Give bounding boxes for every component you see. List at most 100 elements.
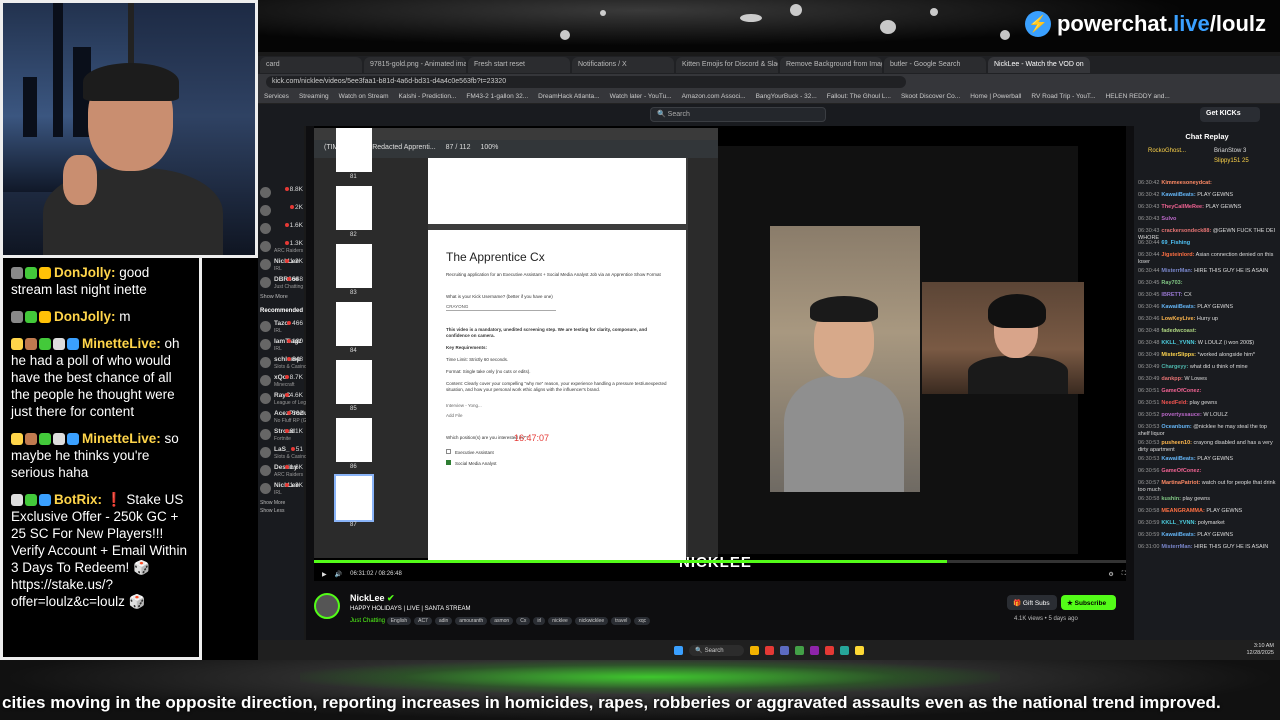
bookmark-link[interactable]: Home | Powerball bbox=[970, 93, 1021, 100]
bookmark-link[interactable]: BangYourBuck - 32... bbox=[756, 93, 817, 100]
chat-username[interactable]: BotRix: bbox=[54, 492, 102, 507]
chat-replay-user[interactable]: MEANGRAMMA: bbox=[1161, 508, 1204, 514]
sidebar-channel[interactable]: DBR666Just Chatting648 bbox=[258, 274, 304, 294]
show-more-link[interactable]: Show More bbox=[260, 294, 288, 300]
sidebar-channel[interactable]: 8.8K bbox=[258, 184, 304, 204]
chat-replay-user[interactable]: 69_Fishing bbox=[1161, 240, 1190, 246]
gift-subs-button[interactable]: 🎁 Gift Subs bbox=[1007, 595, 1057, 610]
doc-option-1[interactable]: Executive Assistant bbox=[446, 449, 668, 456]
chat-username[interactable]: DonJolly: bbox=[54, 265, 116, 280]
chat-replay-user[interactable]: Kimmeesoneydcat: bbox=[1161, 180, 1211, 186]
chat-replay-user[interactable]: povertyssauce: bbox=[1161, 412, 1201, 418]
browser-tab[interactable]: butler - Google Search bbox=[884, 57, 986, 73]
browser-tab[interactable]: Fresh start reset bbox=[468, 57, 570, 73]
file-explorer-icon[interactable] bbox=[749, 645, 759, 655]
taskbar-search[interactable]: 🔍 Search bbox=[689, 644, 744, 656]
chat-replay-user[interactable]: Oceanbum: bbox=[1161, 424, 1191, 430]
chat-replay-user[interactable]: MisterrMan: bbox=[1161, 544, 1192, 550]
pdf-page-current[interactable]: 87 bbox=[446, 144, 454, 151]
bookmark-link[interactable]: Streaming bbox=[299, 93, 329, 100]
app-icon[interactable] bbox=[839, 645, 849, 655]
taskbar-clock[interactable]: 3:10 AM 12/28/2025 bbox=[1246, 643, 1274, 657]
stream-tag[interactable]: asmon bbox=[490, 617, 514, 625]
chat-replay-user[interactable]: LowKeyLive: bbox=[1161, 316, 1195, 322]
bookmark-link[interactable]: Fallout: The Ghoul L... bbox=[827, 93, 891, 100]
chat-replay-user[interactable]: Chargeyy: bbox=[1161, 364, 1188, 370]
bookmark-link[interactable]: FM43-2 1-gallon 32... bbox=[466, 93, 528, 100]
sidebar-channel[interactable]: Tazo IRL 466 bbox=[258, 318, 304, 338]
chat-replay-user[interactable]: crackersondeck88: bbox=[1161, 228, 1211, 234]
app-icon[interactable] bbox=[854, 645, 864, 655]
sidebar-channel[interactable]: 1.6K bbox=[258, 220, 304, 240]
chat-replay-user[interactable]: MartinaPatriot: bbox=[1161, 480, 1200, 486]
url-input[interactable]: kick.com/nicklee/videos/5ee3faa1-b81d-4a… bbox=[266, 76, 906, 88]
channel-name[interactable]: NickLee ✔ bbox=[350, 593, 395, 604]
volume-icon[interactable]: 🔊 bbox=[335, 571, 342, 578]
browser-tab[interactable]: 97815-gold.png - Animated image bbox=[364, 57, 466, 73]
pdf-thumbnail[interactable] bbox=[336, 128, 372, 172]
subscribe-button[interactable]: ★ Subscribe bbox=[1061, 595, 1116, 610]
doc-add-file[interactable]: Add File bbox=[446, 413, 668, 419]
sidebar-channel[interactable]: xQc Minecraft 8.7K bbox=[258, 372, 304, 392]
sidebar-channel[interactable]: RayC League of Legends 4.6K bbox=[258, 390, 317, 410]
chat-replay-user[interactable]: Ray703: bbox=[1161, 280, 1182, 286]
browser-tab[interactable]: Remove Background from Image fo bbox=[780, 57, 882, 73]
chat-replay-user[interactable]: MisterrMan: bbox=[1161, 268, 1192, 274]
checkbox-icon[interactable] bbox=[446, 449, 451, 454]
doc-option-2[interactable]: Social Media Analyst bbox=[446, 460, 668, 467]
pdf-thumbnail[interactable] bbox=[336, 360, 372, 404]
chat-replay-user[interactable]: GameOfConez: bbox=[1161, 388, 1201, 394]
bookmark-link[interactable]: Amazon.com Associ... bbox=[682, 93, 746, 100]
obs-icon[interactable] bbox=[809, 645, 819, 655]
chat-replay-user[interactable]: kushin: bbox=[1161, 496, 1181, 502]
record-icon[interactable] bbox=[824, 645, 834, 655]
browser-tab[interactable]: card bbox=[260, 57, 362, 73]
chat-replay-user[interactable]: pusheen10: bbox=[1161, 440, 1192, 446]
stream-tag[interactable]: nicklee bbox=[548, 617, 572, 625]
stream-tag[interactable]: AC7 bbox=[414, 617, 432, 625]
bookmark-link[interactable]: Kalshi - Prediction... bbox=[399, 93, 457, 100]
bookmark-link[interactable]: Skoot Discover Co... bbox=[901, 93, 960, 100]
chat-username[interactable]: MinetteLive: bbox=[82, 336, 161, 351]
get-kicks-button[interactable]: Get KICKs bbox=[1200, 107, 1260, 122]
browser-tab[interactable]: Notifications / X bbox=[572, 57, 674, 73]
sidebar-channel[interactable]: DestinyARC Raiders1.6K bbox=[258, 462, 304, 482]
sidebar-channel[interactable]: schlumpSlots & Casino848 bbox=[258, 354, 307, 374]
chat-username[interactable]: MinetteLive: bbox=[82, 431, 161, 446]
chat-username[interactable]: DonJolly: bbox=[54, 309, 116, 324]
top-gifter-1[interactable]: RockoGhost... bbox=[1148, 148, 1186, 154]
chat-replay-user[interactable]: KawaiiBeats: bbox=[1161, 192, 1195, 198]
brave-icon[interactable] bbox=[764, 645, 774, 655]
doc-attachment[interactable]: Interview - Yong... bbox=[446, 403, 668, 409]
chat-replay-user[interactable]: KawaiiBeats: bbox=[1161, 304, 1195, 310]
bookmark-link[interactable]: Services bbox=[264, 93, 289, 100]
chat-replay-user[interactable]: Jigsteinlord: bbox=[1161, 252, 1194, 258]
chat-replay-user[interactable]: dankpp: bbox=[1161, 376, 1182, 382]
sidebar-channel[interactable]: AcezProduction No Fluff RP (GTA) 362 bbox=[258, 408, 323, 428]
chat-replay-user[interactable]: KawaiiBeats: bbox=[1161, 456, 1195, 462]
bookmark-link[interactable]: Watch later - YouTu... bbox=[610, 93, 672, 100]
settings-icon[interactable]: ⚙ bbox=[1108, 571, 1113, 578]
chat-replay-user[interactable]: IBRETT: bbox=[1161, 292, 1182, 298]
discord-icon[interactable] bbox=[779, 645, 789, 655]
play-icon[interactable]: ▶ bbox=[322, 571, 327, 578]
pdf-thumbnail[interactable] bbox=[336, 418, 372, 462]
start-icon[interactable] bbox=[674, 645, 684, 655]
sidebar-channel[interactable]: StroudFortnite6.1K bbox=[258, 426, 304, 446]
chat-replay-user[interactable]: MisterSlipps: bbox=[1161, 352, 1196, 358]
browser-tab[interactable]: NickLee - Watch the VOD on bbox=[988, 57, 1090, 73]
stream-tag[interactable]: amouranth bbox=[455, 617, 488, 625]
chat-replay-user[interactable]: KKLL_YVNN: bbox=[1161, 520, 1196, 526]
bookmark-link[interactable]: Watch on Stream bbox=[339, 93, 389, 100]
chat-replay-user[interactable]: KawaiiBeats: bbox=[1161, 532, 1195, 538]
app-icon[interactable] bbox=[794, 645, 804, 655]
stream-tag[interactable]: xqc bbox=[634, 617, 651, 625]
sidebar-channel[interactable]: NickLeeIRL1.2K bbox=[258, 256, 304, 276]
stream-tag[interactable]: adin bbox=[434, 617, 453, 625]
chat-replay-user[interactable]: KKLL_YVNN: bbox=[1161, 340, 1196, 346]
bookmark-link[interactable]: DreamHack Atlanta... bbox=[538, 93, 599, 100]
chat-replay-user[interactable]: TheyCallMeRee: bbox=[1161, 204, 1204, 210]
sidebar-channel[interactable]: ARC Raiders 1.3K bbox=[258, 238, 304, 258]
video-player[interactable]: (TIMECODES) Redacted Apprenti... 87 / 11… bbox=[314, 126, 1126, 581]
channel-avatar[interactable] bbox=[314, 593, 340, 619]
